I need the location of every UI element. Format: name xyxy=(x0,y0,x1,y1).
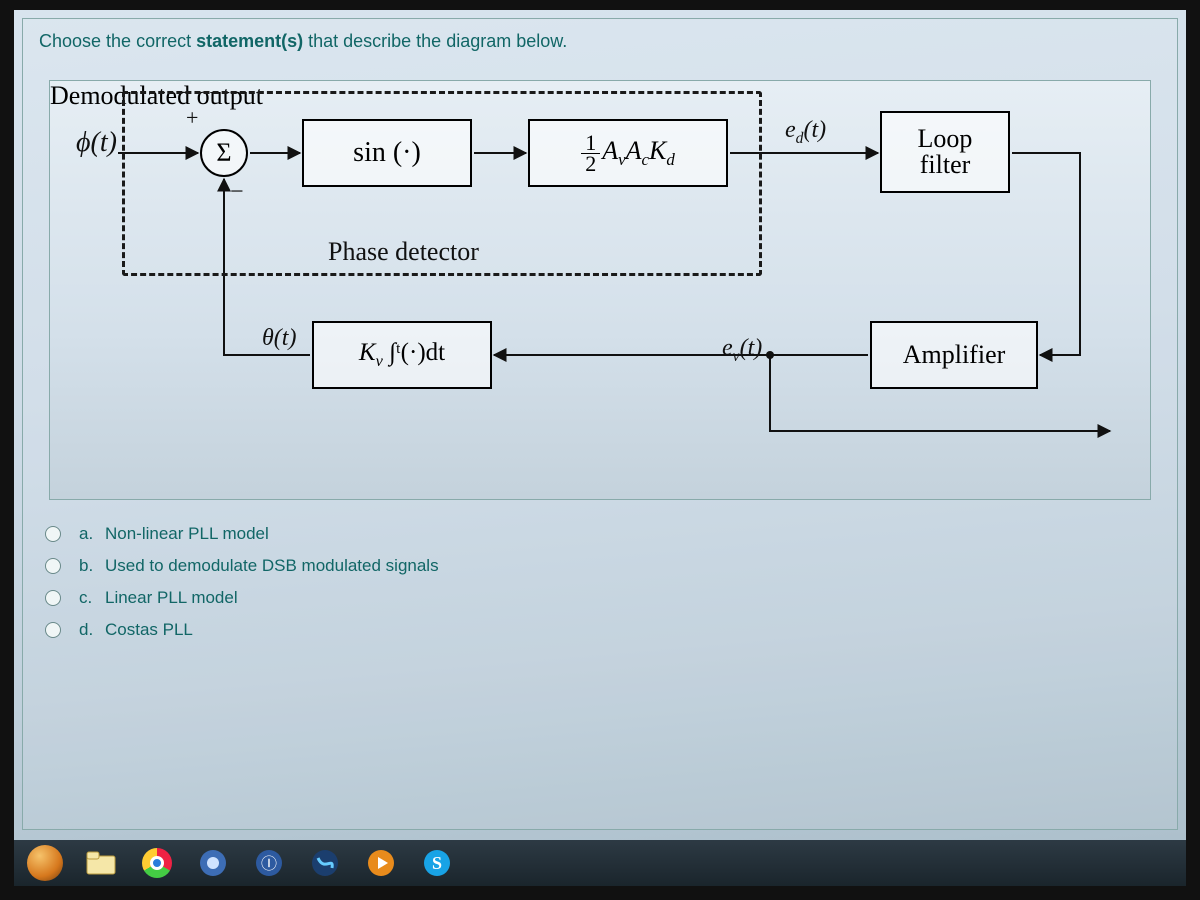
vco-block: Kv ∫ᵗ(·)dt xyxy=(312,321,492,389)
skype-icon[interactable]: S xyxy=(410,843,464,883)
radio-icon[interactable] xyxy=(45,622,61,638)
ev-label: ev(t) xyxy=(722,335,762,366)
gain-block: 12 AvAcKd xyxy=(528,119,728,187)
app-icon[interactable]: Ⓘ xyxy=(242,843,296,883)
pll-diagram: Phase detector ϕ(t) Σ + − sin (·) 12 AvA… xyxy=(49,80,1151,500)
media-icon[interactable] xyxy=(354,843,408,883)
radio-icon[interactable] xyxy=(45,590,61,606)
radio-icon[interactable] xyxy=(45,526,61,542)
taskbar: Ⓘ S xyxy=(14,840,1186,886)
question-panel: Choose the correct statement(s) that des… xyxy=(22,18,1178,830)
phase-detector-label: Phase detector xyxy=(328,237,479,267)
option-letter: b. xyxy=(79,556,105,576)
answer-options: a. Non-linear PLL model b. Used to demod… xyxy=(45,524,1161,640)
explorer-icon[interactable] xyxy=(74,843,128,883)
chrome-icon[interactable] xyxy=(130,843,184,883)
option-c[interactable]: c. Linear PLL model xyxy=(45,588,1161,608)
svg-text:S: S xyxy=(432,853,442,873)
svg-text:Ⓘ: Ⓘ xyxy=(261,855,277,873)
option-d[interactable]: d. Costas PLL xyxy=(45,620,1161,640)
option-letter: d. xyxy=(79,620,105,640)
app-icon[interactable] xyxy=(298,843,352,883)
sin-block: sin (·) xyxy=(302,119,472,187)
question-suffix: that describe the diagram below. xyxy=(303,31,567,51)
ed-label: ed(t) xyxy=(785,117,826,148)
summer-minus: − xyxy=(230,179,244,206)
loop-filter-block: Loop filter xyxy=(880,111,1010,193)
app-icon[interactable] xyxy=(186,843,240,883)
firefox-icon[interactable] xyxy=(18,843,72,883)
option-text: Costas PLL xyxy=(105,620,193,640)
question-prefix: Choose the correct xyxy=(39,31,196,51)
option-a[interactable]: a. Non-linear PLL model xyxy=(45,524,1161,544)
option-b[interactable]: b. Used to demodulate DSB modulated sign… xyxy=(45,556,1161,576)
input-phi-label: ϕ(t) xyxy=(76,127,117,159)
theta-label: θ(t) xyxy=(262,325,296,352)
radio-icon[interactable] xyxy=(45,558,61,574)
option-text: Used to demodulate DSB modulated signals xyxy=(105,556,439,576)
option-letter: a. xyxy=(79,524,105,544)
amplifier-block: Amplifier xyxy=(870,321,1038,389)
question-bold: statement(s) xyxy=(196,31,303,51)
option-letter: c. xyxy=(79,588,105,608)
option-text: Non-linear PLL model xyxy=(105,524,269,544)
summing-junction: Σ xyxy=(200,129,248,177)
summer-plus: + xyxy=(186,105,198,131)
question-text: Choose the correct statement(s) that des… xyxy=(39,31,1161,52)
option-text: Linear PLL model xyxy=(105,588,238,608)
